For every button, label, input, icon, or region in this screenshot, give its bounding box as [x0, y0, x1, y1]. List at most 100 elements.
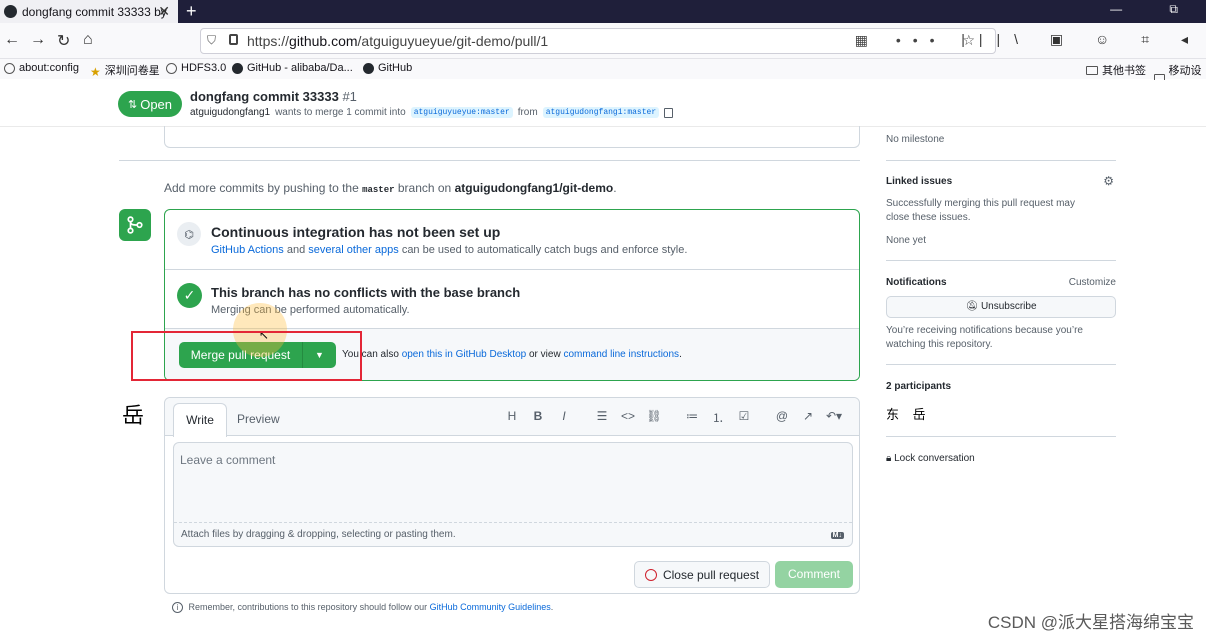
command-line-link[interactable]: command line instructions	[563, 349, 679, 360]
comment-button[interactable]: Comment	[775, 561, 853, 588]
notifications-description: You’re receiving notifications because y…	[886, 325, 1083, 350]
base-branch[interactable]: atguiguyueyue:master	[410, 107, 513, 118]
tab-write[interactable]: Write	[173, 403, 227, 437]
pr-title: dongfang commit 33333 #1	[190, 89, 357, 104]
bold-icon[interactable]: B	[525, 409, 551, 426]
ci-description: GitHub Actions and several other apps ca…	[211, 244, 688, 256]
linked-issues-value: None yet	[886, 235, 927, 246]
globe-icon	[166, 62, 177, 74]
shield-icon: ⛉	[207, 33, 217, 47]
community-guidelines-note: i Remember, contributions to this reposi…	[172, 602, 553, 613]
ci-title: Continuous integration has not been set …	[211, 224, 501, 240]
new-tab-icon[interactable]: +	[186, 0, 197, 22]
copy-icon[interactable]	[664, 107, 674, 118]
head-branch[interactable]: atguigudongfang1:master	[542, 107, 660, 118]
tab-title: dongfang commit 33333 by	[22, 4, 167, 19]
linked-issues-title[interactable]: Linked issues	[886, 176, 1116, 187]
customize-link[interactable]: Customize	[1069, 277, 1116, 288]
add-commits-hint: Add more commits by pushing to the maste…	[164, 181, 617, 195]
participants-title: 2 participants	[886, 381, 952, 392]
bookmark-folder[interactable]: 其他书签	[1086, 62, 1146, 78]
bookmarks-bar: about:config ★ 深圳问卷星 HDFS3.0 GitHub - ali…	[0, 59, 1206, 93]
participant-avatar[interactable]: 岳	[913, 407, 926, 422]
participant-avatar[interactable]: 东	[886, 407, 899, 422]
code-icon[interactable]: <>	[615, 409, 641, 426]
url-host: github.com	[289, 33, 358, 49]
bookmark-item[interactable]: HDFS3.0	[166, 62, 226, 74]
milestone-value: No milestone	[886, 134, 945, 145]
close-icon	[644, 568, 657, 581]
globe-icon	[4, 62, 15, 74]
comment-placeholder: Leave a comment	[180, 453, 276, 467]
community-guidelines-link[interactable]: GitHub Community Guidelines	[430, 602, 551, 612]
browser-tab-bar: dongfang commit 33333 by ✕ + — ⧉	[0, 0, 1206, 23]
linked-issues-description: Successfully merging this pull request m…	[886, 198, 1075, 223]
pr-state-badge: ⇅ Open	[118, 91, 182, 117]
commit-box-bottom	[164, 126, 860, 148]
pr-number: #1	[342, 89, 357, 104]
folder-icon	[1086, 65, 1098, 75]
pull-request-icon: ⇅	[127, 98, 138, 111]
repo-name[interactable]: atguigudongfang1/git-demo	[455, 181, 614, 195]
lock-conversation-link[interactable]: 🔒︎ Lock conversation	[886, 453, 1116, 464]
task-list-icon[interactable]: ☑	[731, 409, 757, 426]
browser-nav-bar: ← → ↻ ⌂ ⛉ https://github.com/atguiguyuey…	[0, 23, 1206, 59]
comment-textarea[interactable]: Leave a comment Attach files by dragging…	[173, 442, 853, 547]
numbered-list-icon[interactable]: ⒈	[705, 409, 731, 426]
timeline-divider	[119, 160, 860, 161]
bulleted-list-icon[interactable]: ≔	[679, 409, 705, 426]
lock-icon	[229, 34, 238, 45]
bookmark-item[interactable]: about:config	[4, 62, 79, 74]
url-path: /atguiguyueyue/git-demo/pull/1	[357, 33, 549, 49]
forward-icon[interactable]: →	[30, 31, 46, 49]
bell-slash-icon: 🔕︎	[965, 301, 981, 312]
bookmark-item[interactable]: GitHub	[363, 62, 412, 74]
github-actions-link[interactable]: GitHub Actions	[211, 244, 284, 256]
browser-tab[interactable]: dongfang commit 33333 by ✕	[0, 0, 178, 23]
conflict-title: This branch has no conflicts with the ba…	[211, 285, 521, 300]
pr-subtitle: atguigudongfang1 wants to merge 1 commit…	[190, 107, 674, 118]
close-pull-request-button[interactable]: Close pull request	[634, 561, 770, 588]
open-desktop-link[interactable]: open this in GitHub Desktop	[402, 349, 527, 360]
url-bar[interactable]: ⛉ https://github.com/atguiguyueyue/git-d…	[200, 28, 996, 54]
avatar[interactable]: 岳	[122, 398, 144, 430]
star-icon: ★	[90, 64, 101, 79]
bookmark-item[interactable]: ★ 深圳问卷星	[90, 62, 160, 79]
tab-preview[interactable]: Preview	[237, 412, 280, 426]
actions-icon: ⌬	[177, 222, 201, 246]
notifications-title: Notifications	[886, 277, 947, 288]
quote-icon[interactable]: ☰	[589, 409, 615, 426]
branch-name: master	[362, 185, 395, 195]
pr-author[interactable]: atguigudongfang1	[190, 107, 270, 118]
comment-editor: Write Preview H B I ☰ <> ⛓ ≔ ⒈ ☑ @ ↗ ↶▾ …	[164, 397, 860, 594]
gear-icon[interactable]: ⚙	[1103, 174, 1114, 188]
github-icon	[232, 62, 243, 74]
reload-icon[interactable]: ↻	[57, 31, 70, 51]
close-tab-icon[interactable]: ✕	[158, 3, 170, 20]
github-icon	[363, 62, 374, 74]
url-prefix: https://	[247, 33, 290, 49]
editor-tabs: Write Preview H B I ☰ <> ⛓ ≔ ⒈ ☑ @ ↗ ↶▾	[165, 398, 859, 437]
mention-icon[interactable]: @	[769, 409, 795, 426]
reference-icon[interactable]: ↗	[795, 409, 821, 426]
lock-icon: 🔒︎	[886, 453, 892, 464]
unsubscribe-button[interactable]: 🔕︎ Unsubscribe	[886, 296, 1116, 318]
annotation-highlight-box	[131, 331, 362, 381]
other-apps-link[interactable]: several other apps	[308, 244, 399, 256]
home-icon[interactable]: ⌂	[83, 31, 93, 49]
link-icon[interactable]: ⛓	[641, 409, 667, 426]
heading-icon[interactable]: H	[499, 409, 525, 426]
saved-replies-icon[interactable]: ↶▾	[821, 409, 847, 426]
italic-icon[interactable]: I	[551, 409, 577, 426]
ci-status: ⌬ Continuous integration has not been se…	[165, 210, 859, 270]
attach-files-hint[interactable]: Attach files by dragging & dropping, sel…	[174, 522, 852, 546]
window-controls[interactable]: — ⧉	[1110, 2, 1200, 17]
markdown-toolbar: H B I ☰ <> ⛓ ≔ ⒈ ☑ @ ↗ ↶▾	[499, 409, 847, 426]
pr-sticky-header: ⇅ Open dongfang commit 33333 #1 atguigud…	[0, 80, 1206, 126]
watermark: CSDN @派大星搭海绵宝宝	[987, 613, 1194, 632]
bookmark-item[interactable]: GitHub - alibaba/Da...	[232, 62, 353, 74]
info-icon: i	[172, 602, 183, 613]
toolbar-icons[interactable]: |||\ ▣ ☺ ⌗ ◂	[961, 31, 1202, 48]
github-favicon-icon	[4, 5, 17, 18]
back-icon[interactable]: ←	[4, 31, 20, 49]
